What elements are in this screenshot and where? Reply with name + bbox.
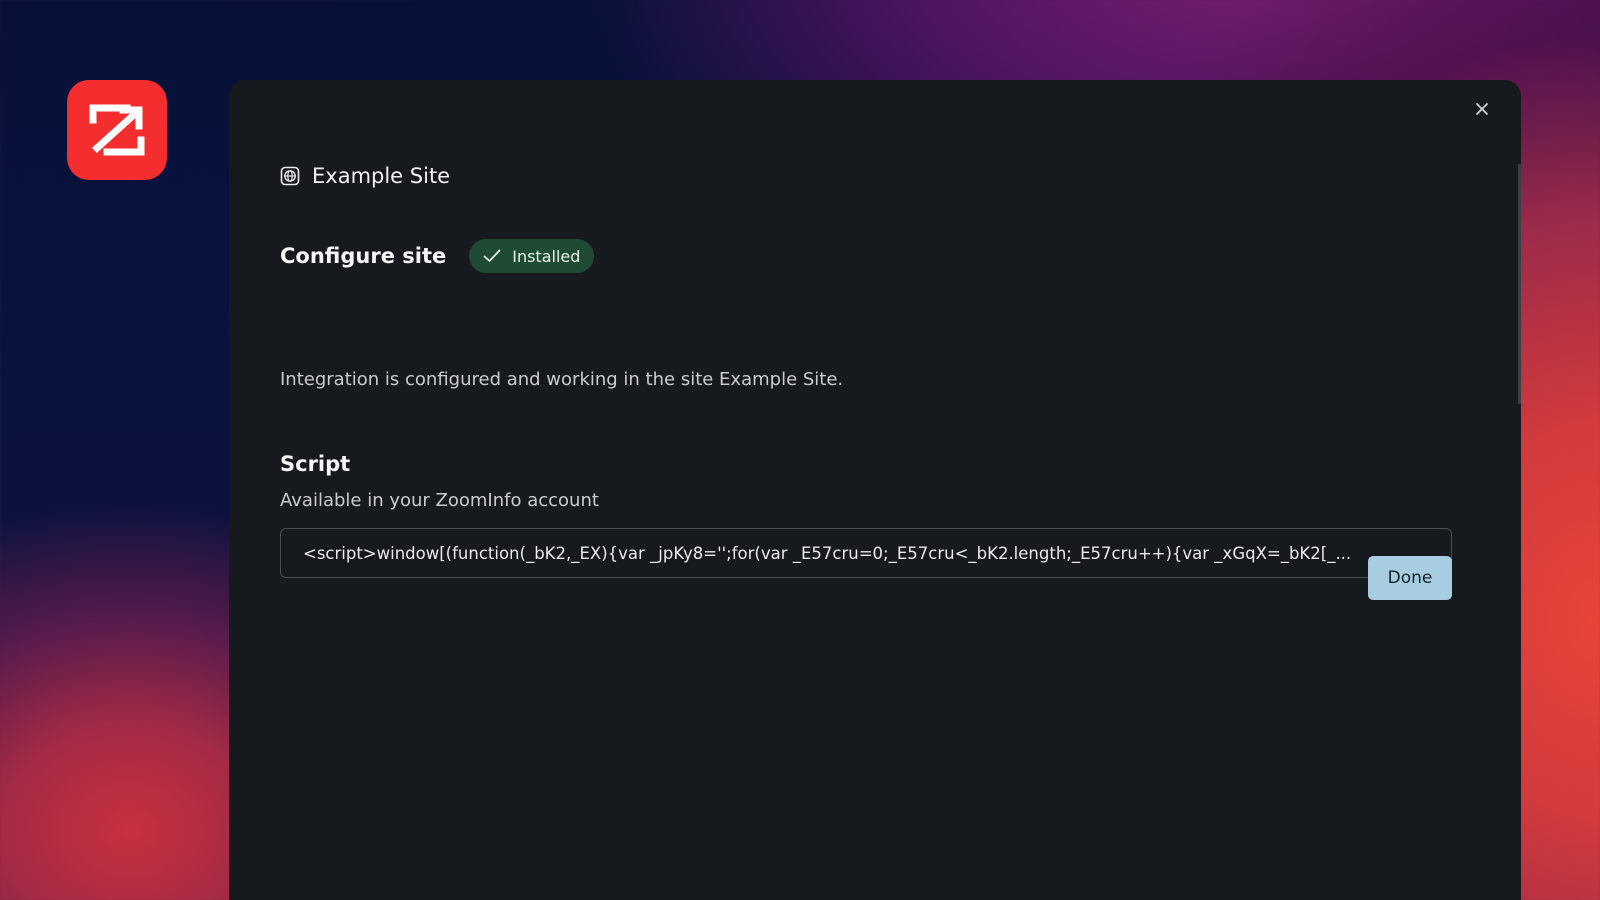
scrollbar[interactable] — [1518, 164, 1521, 404]
configure-header: Configure site Installed — [280, 239, 595, 273]
script-title: Script — [280, 452, 351, 476]
site-title: Example Site — [312, 164, 451, 188]
globe-icon — [280, 166, 300, 186]
script-snippet-text[interactable]: <script>window[(function(_bK2,_EX){var _… — [303, 544, 1429, 563]
configure-site-modal: Example Site Configure site Installed In… — [229, 80, 1521, 900]
check-icon — [483, 249, 501, 262]
close-button[interactable] — [1471, 98, 1493, 120]
configure-description: Integration is configured and working in… — [280, 369, 844, 390]
site-header: Example Site — [280, 164, 450, 188]
status-badge: Installed — [469, 239, 595, 273]
script-subtitle: Available in your ZoomInfo account — [280, 490, 599, 511]
zoominfo-logo-icon — [89, 104, 145, 156]
script-snippet-field[interactable]: <script>window[(function(_bK2,_EX){var _… — [280, 528, 1452, 578]
close-icon[interactable] — [1475, 102, 1489, 116]
done-button[interactable]: Done — [1368, 556, 1452, 600]
configure-title: Configure site — [280, 244, 447, 268]
status-badge-label: Installed — [512, 246, 581, 266]
zoominfo-logo — [67, 80, 167, 180]
